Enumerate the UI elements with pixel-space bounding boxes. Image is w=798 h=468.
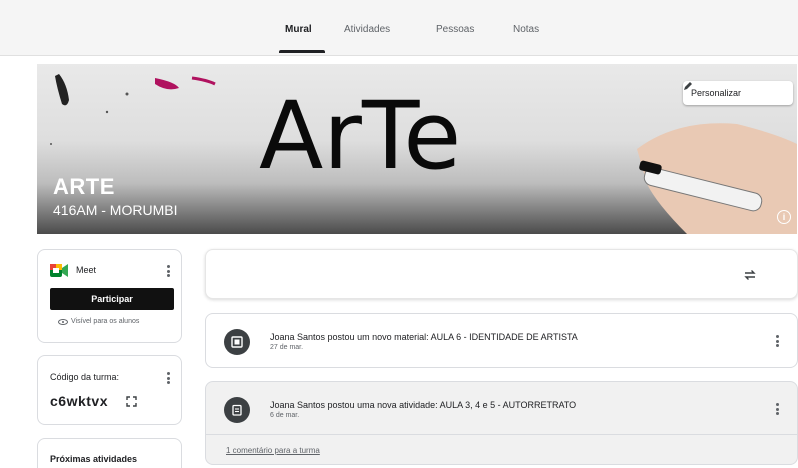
stream-post[interactable]: Joana Santos postou uma nova atividade: …: [205, 381, 798, 465]
paint-stroke-magenta: [155, 78, 179, 90]
paint-stroke-black: [55, 74, 69, 106]
class-section: 416AM - MORUMBI: [53, 202, 178, 218]
post-divider: [206, 434, 798, 435]
active-tab-indicator: [279, 50, 325, 53]
visibility-note: Visível para os alunos: [58, 318, 139, 325]
announce-box[interactable]: [205, 249, 798, 299]
meet-label: Meet: [76, 265, 97, 275]
assignment-icon: [224, 397, 250, 423]
class-comment-link[interactable]: 1 comentário para a turma: [226, 446, 320, 455]
meet-card: Meet Participar Visível para os alunos: [37, 249, 182, 343]
repost-icon[interactable]: [743, 268, 757, 282]
paint-stroke-magenta-2: [191, 76, 216, 86]
tab-mural[interactable]: Mural: [285, 24, 312, 35]
pencil-icon: [684, 82, 692, 90]
class-code-label: Código da turma:: [50, 372, 120, 382]
fullscreen-icon[interactable]: [126, 396, 137, 407]
tab-notas[interactable]: Notas: [513, 24, 539, 35]
join-meet-button[interactable]: Participar: [50, 288, 174, 310]
class-banner: ArTe ARTE 416AM - MORUMBI Personalizar i: [37, 64, 797, 234]
meet-logo-icon: [50, 264, 68, 277]
visibility-note-text: Visível para os alunos: [71, 318, 140, 325]
tab-atividades[interactable]: Atividades: [344, 24, 390, 35]
post-date: 27 de mar.: [270, 344, 304, 351]
post-title: Joana Santos postou um novo material: AU…: [270, 332, 578, 342]
class-title: ARTE: [53, 174, 115, 199]
banner-artwork-text: ArTe: [259, 82, 461, 191]
stream-post[interactable]: Joana Santos postou um novo material: AU…: [205, 313, 798, 368]
post-more-options-icon[interactable]: [772, 334, 782, 348]
customize-label: Personalizar: [691, 88, 742, 98]
meet-more-options-icon[interactable]: [163, 264, 173, 278]
class-code-more-options-icon[interactable]: [163, 371, 173, 385]
tab-pessoas[interactable]: Pessoas: [436, 24, 474, 35]
class-code-value: c6wktvx: [50, 393, 108, 409]
post-more-options-icon[interactable]: [772, 402, 782, 416]
customize-button[interactable]: Personalizar: [683, 81, 793, 105]
class-tabs: Mural Atividades Pessoas Notas: [0, 0, 798, 56]
top-nav-bar: Mural Atividades Pessoas Notas: [0, 0, 798, 56]
upcoming-work-card: Próximas atividades: [37, 438, 182, 468]
eye-icon: [58, 318, 68, 325]
class-code-card: Código da turma: c6wktvx: [37, 355, 182, 425]
post-date: 6 de mar.: [270, 412, 300, 419]
post-title: Joana Santos postou uma nova atividade: …: [270, 400, 577, 410]
upcoming-work-label: Próximas atividades: [50, 454, 138, 464]
material-icon: [224, 329, 250, 355]
info-icon[interactable]: i: [777, 210, 791, 224]
